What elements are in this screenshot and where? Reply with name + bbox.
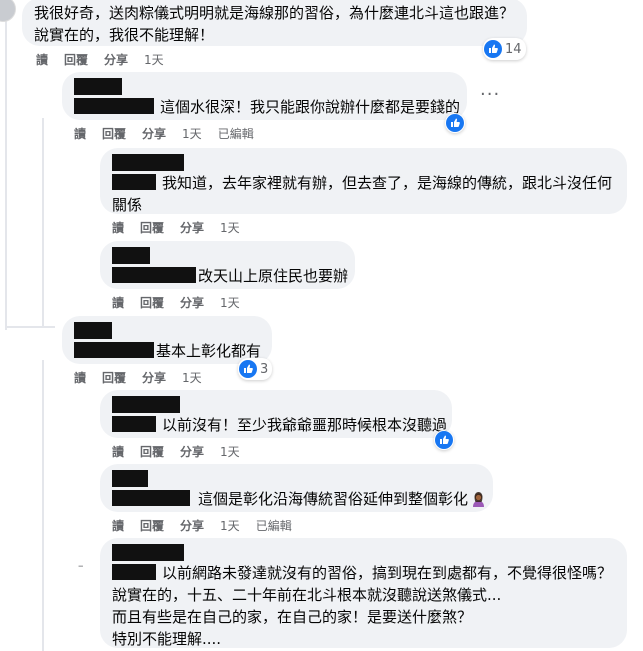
comment-actions: 讀 回覆 分享 1天 已編輯 (112, 517, 308, 534)
redacted-text (112, 416, 156, 432)
thread-line-reply1 (42, 118, 44, 328)
comment-thread: 我很好奇，送肉粽儀式明明就是海線那的習俗，為什麼連北斗這也跟進？ 說實在的，我很… (0, 0, 643, 651)
edited-label: 已編輯 (255, 519, 292, 533)
reply-text-line: 特別不能理解.... (112, 630, 222, 648)
reply-bubble: 這個水很深！我只能跟你說辦什麼都是要錢的 (62, 72, 467, 120)
comment-actions: 讀 回覆 分享 1天 (112, 294, 256, 311)
like-reaction[interactable] (434, 430, 454, 450)
reaction-count: 3 (260, 361, 269, 377)
read-button[interactable]: 讀 (112, 445, 124, 459)
reply-bubble: 我知道，去年家裡就有辦，但去查了，是海線的傳統，跟北斗沒任何 關係 (100, 148, 627, 214)
reply-text-line: 而且有些是在自己的家，在自己的家！是要送什麼煞？ (112, 608, 473, 626)
redacted-author-name (112, 154, 184, 171)
thumbs-up-icon (239, 360, 257, 378)
thumbs-up-icon (435, 431, 453, 449)
reply-button[interactable]: 回覆 (102, 371, 126, 385)
share-button[interactable]: 分享 (142, 371, 166, 385)
reaction-count-badge[interactable]: 3 (238, 358, 273, 380)
redacted-author-name (112, 247, 150, 264)
redacted-text (74, 98, 154, 114)
redacted-author-name (112, 470, 148, 487)
avatar[interactable] (0, 0, 16, 22)
redacted-author-name (74, 322, 112, 339)
edited-label: 已編輯 (217, 127, 254, 141)
comment-actions: 讀 回覆 分享 1天 (112, 443, 256, 460)
timestamp[interactable]: 1天 (182, 127, 202, 141)
read-button[interactable]: 讀 (112, 221, 124, 235)
timestamp[interactable]: 1天 (220, 296, 240, 310)
reply-bubble: 這個是彰化沿海傳統習俗延伸到整個彰化 (100, 464, 493, 512)
reply-text-row: 這個水很深！我只能跟你說辦什麼都是要錢的 (74, 96, 460, 118)
reply-text-line: 以前網路未發達就沒有的習俗，搞到現在到處都有，不覺得很怪嗎？ (162, 564, 613, 582)
reply-text-row: 以前沒有！至少我爺爺噩那時候根本沒聽過 (112, 414, 447, 436)
timestamp[interactable]: 1天 (220, 445, 240, 459)
thumbs-up-icon (446, 114, 464, 132)
more-options-icon[interactable]: ··· (480, 84, 500, 105)
reply-bubble: 改天山上原住民也要辦 (100, 241, 355, 289)
thread-line-main (5, 0, 7, 330)
reply-button[interactable]: 回覆 (140, 445, 164, 459)
reply-bubble: 以前沒有！至少我爺爺噩那時候根本沒聽過 (100, 390, 452, 438)
timestamp[interactable]: 1天 (220, 519, 240, 533)
share-button[interactable]: 分享 (180, 296, 204, 310)
redacted-author-name (112, 544, 184, 561)
comment-actions: 讀 回覆 分享 1天 (74, 369, 218, 386)
read-button[interactable]: 讀 (36, 53, 48, 67)
reply-bubble: 基本上彰化都有 (62, 316, 272, 364)
share-button[interactable]: 分享 (180, 519, 204, 533)
redacted-text (112, 267, 196, 283)
read-button[interactable]: 讀 (112, 296, 124, 310)
timestamp[interactable]: 1天 (182, 371, 202, 385)
reply-button[interactable]: 回覆 (64, 53, 88, 67)
comment-actions: 讀 回覆 分享 1天 (112, 219, 256, 236)
comment-text-line: 說實在的，我很不能理解！ (34, 26, 215, 44)
reply-text: 這個是彰化沿海傳統習俗延伸到整個彰化 (198, 490, 469, 508)
comment-actions: 讀 回覆 分享 1天 已編輯 (74, 125, 270, 142)
reply-button[interactable]: 回覆 (102, 127, 126, 141)
timestamp[interactable]: 1天 (144, 53, 164, 67)
read-button[interactable]: 讀 (74, 127, 86, 141)
reaction-count-badge[interactable]: 14 (483, 38, 526, 60)
typing-indicator-mark: – (78, 559, 84, 572)
redacted-text (112, 174, 156, 190)
read-button[interactable]: 讀 (112, 519, 124, 533)
reply-text-line: 我知道，去年家裡就有辦，但去查了，是海線的傳統，跟北斗沒任何 (162, 174, 613, 192)
reply-text-row: 我知道，去年家裡就有辦，但去查了，是海線的傳統，跟北斗沒任何 (112, 172, 615, 194)
redacted-text (112, 564, 156, 580)
thumbs-up-icon (484, 40, 502, 58)
share-button[interactable]: 分享 (180, 445, 204, 459)
reaction-count: 14 (505, 41, 522, 57)
comment-text-line: 我很好奇，送肉粽儀式明明就是海線那的習俗，為什麼連北斗這也跟進？ (34, 4, 515, 22)
reply-text-line: 關係 (112, 196, 143, 214)
reply-text: 以前沒有！至少我爺爺噩那時候根本沒聽過 (162, 416, 448, 434)
like-reaction[interactable] (445, 113, 465, 133)
redacted-author-name (74, 78, 122, 95)
reply-text: 改天山上原住民也要辦 (198, 267, 349, 285)
reply-bubble: 以前網路未發達就沒有的習俗，搞到現在到處都有，不覺得很怪嗎？ 說實在的，十五、二… (100, 538, 627, 648)
reply-text: 這個水很深！我只能跟你說辦什麼都是要錢的 (160, 98, 461, 116)
redacted-author-name (112, 396, 180, 413)
read-button[interactable]: 讀 (74, 371, 86, 385)
reply-text-row: 這個是彰化沿海傳統習俗延伸到整個彰化 (112, 488, 485, 510)
reply-button[interactable]: 回覆 (140, 296, 164, 310)
top-comment-bubble: 我很好奇，送肉粽儀式明明就是海線那的習俗，為什麼連北斗這也跟進？ 說實在的，我很… (22, 0, 527, 46)
reply-text-row: 改天山上原住民也要辦 (112, 265, 348, 287)
share-button[interactable]: 分享 (142, 127, 166, 141)
redacted-text (112, 490, 190, 506)
reply-button[interactable]: 回覆 (140, 221, 164, 235)
share-button[interactable]: 分享 (180, 221, 204, 235)
redacted-text (74, 342, 154, 358)
timestamp[interactable]: 1天 (220, 221, 240, 235)
reply-button[interactable]: 回覆 (140, 519, 164, 533)
reply-text-row: 以前網路未發達就沒有的習俗，搞到現在到處都有，不覺得很怪嗎？ (112, 562, 615, 584)
person-facepalm-emoji (471, 491, 486, 507)
comment-actions: 讀 回覆 分享 1天 (36, 51, 180, 68)
reply-text-line: 說實在的，十五、二十年前在北斗根本就沒聽說送煞儀式... (112, 586, 502, 604)
share-button[interactable]: 分享 (104, 53, 128, 67)
reply-text-row: 基本上彰化都有 (74, 340, 261, 362)
thread-line-reply2 (42, 360, 44, 651)
thread-line-reply1-curve (5, 326, 55, 328)
